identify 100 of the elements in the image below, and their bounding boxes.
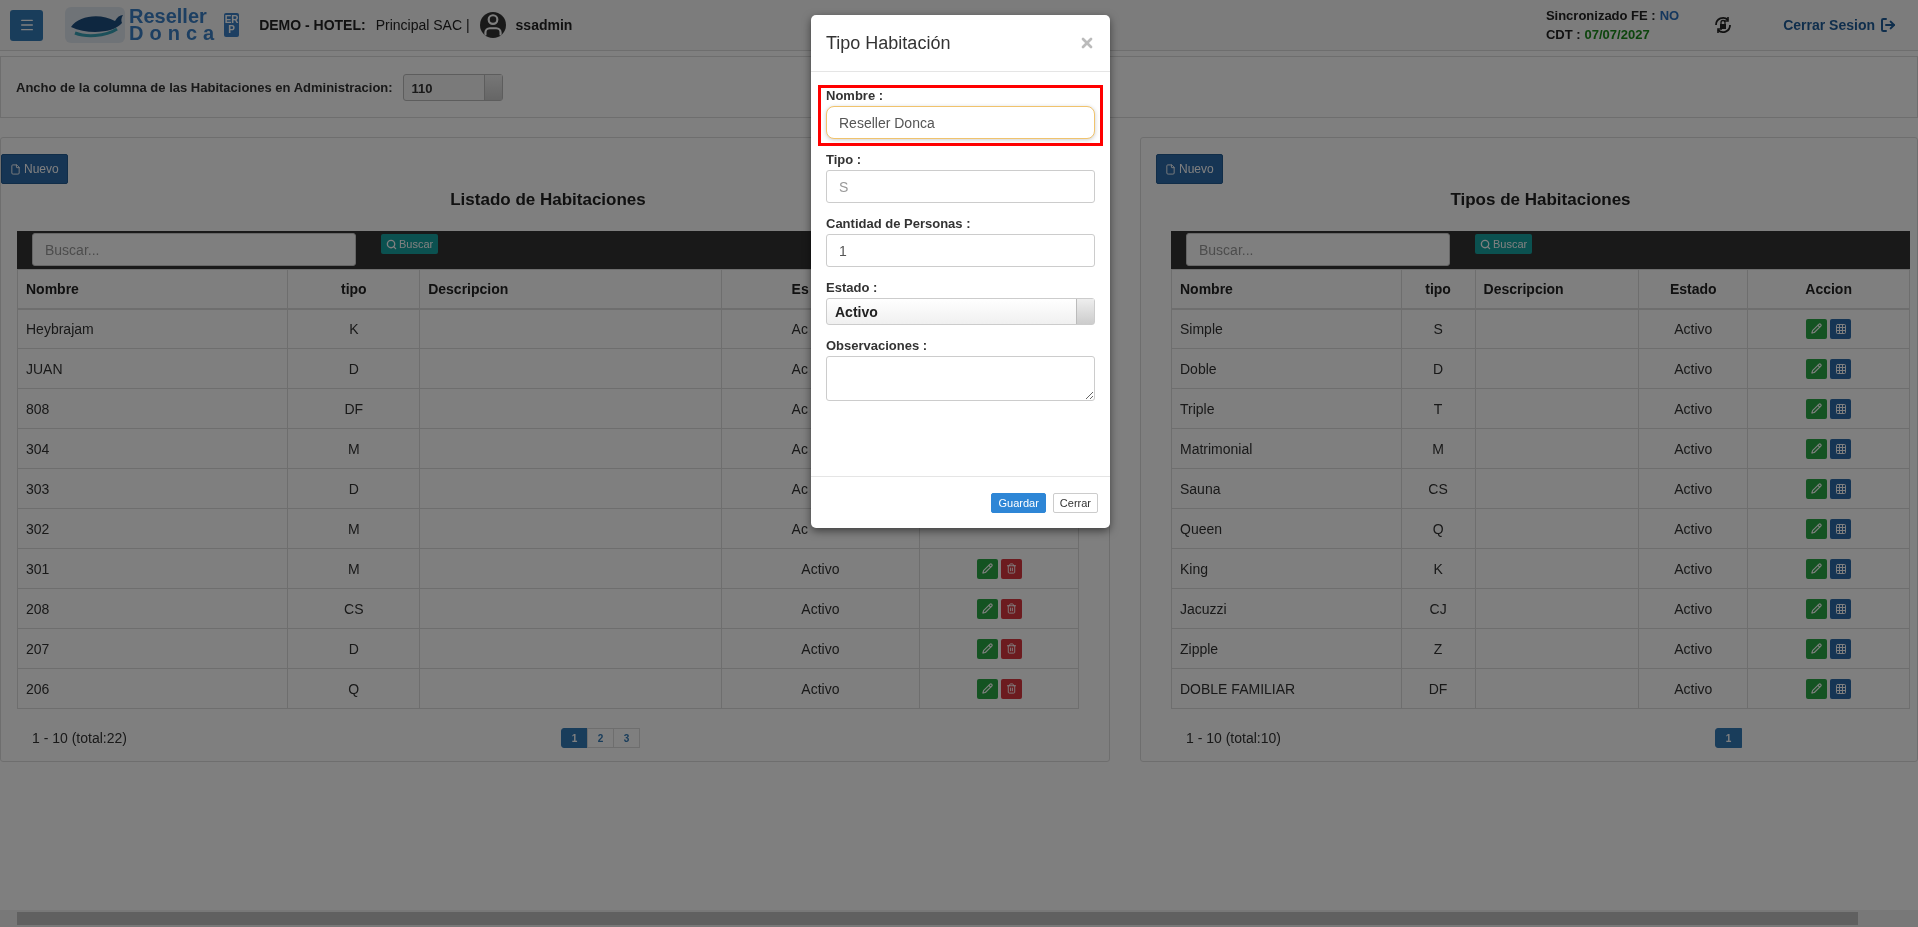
- grid-icon: [1834, 642, 1847, 655]
- pencil-icon: [1811, 483, 1823, 494]
- table-cell: Activo: [1674, 520, 1713, 537]
- column-header: Accion: [1805, 280, 1852, 297]
- delete-button[interactable]: [1000, 678, 1022, 699]
- table-cell: Heybrajam: [26, 320, 94, 337]
- table-cell: Ac: [791, 360, 808, 377]
- sync-label: Sincronizado FE :: [1545, 8, 1656, 23]
- edit-button[interactable]: [976, 558, 998, 579]
- table-cell: Z: [1433, 640, 1443, 657]
- table-cell: Sauna: [1180, 480, 1221, 497]
- search-button[interactable]: Buscar: [381, 234, 439, 254]
- input-field[interactable]: S: [826, 170, 1095, 203]
- edit-button[interactable]: [1806, 638, 1828, 659]
- close-button[interactable]: Cerrar: [1052, 492, 1098, 513]
- table-cell: 206: [26, 680, 50, 697]
- grid-icon: [1834, 682, 1847, 695]
- edit-button[interactable]: [1806, 398, 1828, 419]
- grid-button[interactable]: [1830, 598, 1852, 619]
- file-icon: [1165, 163, 1176, 175]
- logout-link[interactable]: Cerrar Sesion: [1783, 17, 1896, 33]
- company-name: Principal SAC |: [375, 17, 470, 33]
- table-cell: Ac: [791, 440, 808, 457]
- status-select[interactable]: Activo: [826, 298, 1095, 325]
- field-label: Estado :: [826, 280, 879, 295]
- pencil-icon: [981, 603, 993, 614]
- table-cell: Activo: [1674, 440, 1713, 457]
- grid-button[interactable]: [1830, 638, 1852, 659]
- pencil-icon: [981, 643, 993, 654]
- field-label: Tipo :: [826, 152, 863, 167]
- width-select[interactable]: 110: [402, 73, 503, 101]
- menu-button[interactable]: [10, 9, 43, 41]
- pagination-summary: 1 - 10 (total:10): [1186, 730, 1282, 746]
- delete-button[interactable]: [1000, 558, 1022, 579]
- edit-button[interactable]: [976, 678, 998, 699]
- table-cell: Ac: [791, 520, 808, 537]
- grid-button[interactable]: [1830, 478, 1852, 499]
- page-button[interactable]: 1: [561, 728, 588, 748]
- file-icon: [10, 163, 21, 175]
- table-cell: K: [349, 320, 359, 337]
- edit-button[interactable]: [976, 598, 998, 619]
- grid-button[interactable]: [1830, 398, 1852, 419]
- new-button[interactable]: Nuevo: [1156, 154, 1223, 184]
- delete-button[interactable]: [1000, 598, 1022, 619]
- grid-button[interactable]: [1830, 318, 1852, 339]
- edit-button[interactable]: [1806, 678, 1828, 699]
- edit-button[interactable]: [1806, 318, 1828, 339]
- grid-icon: [1834, 522, 1847, 535]
- search-icon: [386, 238, 397, 250]
- grid-button[interactable]: [1830, 558, 1852, 579]
- close-icon[interactable]: [1079, 35, 1095, 51]
- save-button[interactable]: Guardar: [991, 492, 1046, 513]
- table-cell: Doble: [1180, 360, 1217, 377]
- cdt-label: CDT :: [1545, 27, 1581, 42]
- page-button[interactable]: 2: [587, 728, 614, 748]
- trash-icon: [1005, 643, 1017, 654]
- table-cell: CS: [1428, 480, 1448, 497]
- pencil-icon: [1811, 563, 1823, 574]
- edit-button[interactable]: [1806, 438, 1828, 459]
- grid-button[interactable]: [1830, 518, 1852, 539]
- pagination-summary: 1 - 10 (total:22): [32, 730, 128, 746]
- edit-button[interactable]: [1806, 358, 1828, 379]
- grid-icon: [1834, 562, 1847, 575]
- table-cell: Simple: [1180, 320, 1223, 337]
- table-cell: K: [1433, 560, 1443, 577]
- page-button[interactable]: 3: [613, 728, 640, 748]
- edit-button[interactable]: [1806, 518, 1828, 539]
- edit-button[interactable]: [976, 638, 998, 659]
- table-cell: 808: [26, 400, 50, 417]
- table-cell: 207: [26, 640, 50, 657]
- edit-button[interactable]: [1806, 478, 1828, 499]
- table-cell: Jacuzzi: [1180, 600, 1227, 617]
- table-cell: Matrimonial: [1180, 440, 1253, 457]
- grid-button[interactable]: [1830, 358, 1852, 379]
- input-field[interactable]: 1: [826, 234, 1095, 267]
- search-button[interactable]: Buscar: [1475, 234, 1533, 254]
- table-cell: Zipple: [1180, 640, 1219, 657]
- table-cell: T: [1433, 400, 1443, 417]
- column-header: Nombre: [26, 280, 79, 297]
- grid-icon: [1834, 482, 1847, 495]
- edit-button[interactable]: [1806, 558, 1828, 579]
- table-cell: Activo: [801, 560, 840, 577]
- column-header: tipo: [340, 280, 367, 297]
- pencil-icon: [1811, 523, 1823, 534]
- pencil-icon: [1811, 603, 1823, 614]
- new-button[interactable]: Nuevo: [1, 154, 68, 184]
- grid-icon: [1834, 362, 1847, 375]
- pencil-icon: [1811, 323, 1823, 335]
- notes-field[interactable]: [826, 356, 1095, 401]
- edit-button[interactable]: [1806, 598, 1828, 619]
- page-button[interactable]: 1: [1715, 728, 1742, 748]
- grid-button[interactable]: [1830, 438, 1852, 459]
- table-cell: King: [1180, 560, 1209, 577]
- input-field[interactable]: Reseller Donca: [826, 106, 1095, 139]
- table-cell: Activo: [1674, 360, 1713, 377]
- table-cell: 304: [26, 440, 50, 457]
- logo-badge: ERP: [224, 13, 240, 37]
- logo-text: Donca: [129, 25, 221, 42]
- grid-button[interactable]: [1830, 678, 1852, 699]
- delete-button[interactable]: [1000, 638, 1022, 659]
